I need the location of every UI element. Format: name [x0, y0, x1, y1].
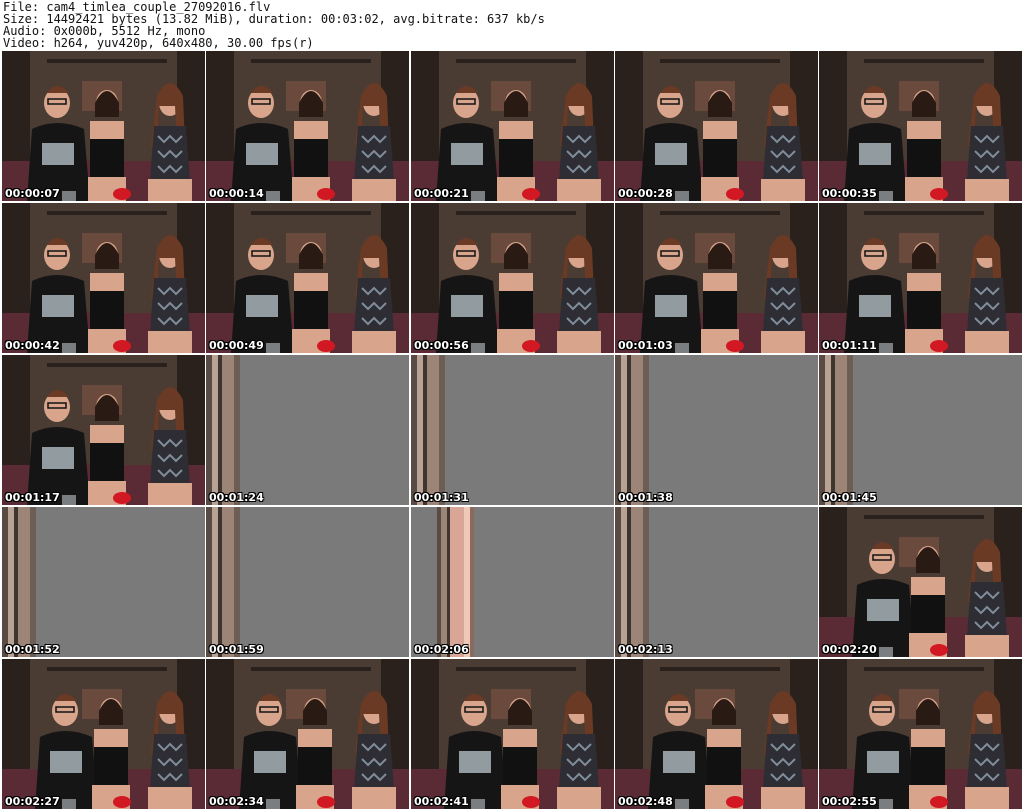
video-thumbnail: 00:02:48	[615, 659, 818, 809]
frame-image	[2, 355, 205, 505]
timestamp-label: 00:00:42	[5, 339, 60, 352]
frame-image	[2, 507, 205, 657]
video-thumbnail: 00:00:28	[615, 51, 818, 201]
frame-image	[2, 659, 205, 809]
timestamp-label: 00:00:07	[5, 187, 60, 200]
video-line: Video: h264, yuv420p, 640x480, 30.00 fps…	[3, 36, 314, 50]
video-thumbnail: 00:00:35	[819, 51, 1022, 201]
frame-image	[615, 51, 818, 201]
video-thumbnail: 00:01:03	[615, 203, 818, 353]
timestamp-label: 00:00:56	[414, 339, 469, 352]
frame-image	[615, 507, 818, 657]
video-thumbnail: 00:00:07	[2, 51, 205, 201]
timestamp-label: 00:00:28	[618, 187, 673, 200]
timestamp-label: 00:01:52	[5, 643, 60, 656]
frame-image	[819, 51, 1022, 201]
timestamp-label: 00:02:55	[822, 795, 877, 808]
frame-image	[206, 507, 409, 657]
frame-image	[615, 659, 818, 809]
video-thumbnail: 00:01:31	[411, 355, 614, 505]
frame-image	[411, 203, 614, 353]
frame-image	[819, 507, 1022, 657]
video-thumbnail: 00:02:13	[615, 507, 818, 657]
video-thumbnail: 00:01:38	[615, 355, 818, 505]
video-thumbnail: 00:00:14	[206, 51, 409, 201]
timestamp-label: 00:00:49	[209, 339, 264, 352]
frame-image	[411, 355, 614, 505]
timestamp-label: 00:02:06	[414, 643, 469, 656]
timestamp-label: 00:02:13	[618, 643, 673, 656]
video-thumbnail: 00:01:45	[819, 355, 1022, 505]
video-thumbnail: 00:01:59	[206, 507, 409, 657]
frame-image	[206, 355, 409, 505]
video-thumbnail: 00:02:41	[411, 659, 614, 809]
timestamp-label: 00:01:17	[5, 491, 60, 504]
frame-image	[2, 51, 205, 201]
timestamp-label: 00:01:45	[822, 491, 877, 504]
video-thumbnail: 00:00:56	[411, 203, 614, 353]
frame-image	[411, 507, 614, 657]
video-thumbnail: 00:02:20	[819, 507, 1022, 657]
frame-image	[615, 203, 818, 353]
frame-image	[411, 51, 614, 201]
timestamp-label: 00:01:38	[618, 491, 673, 504]
video-thumbnail: 00:00:42	[2, 203, 205, 353]
frame-image	[411, 659, 614, 809]
file-info-header: File: cam4_timlea_couple_27092016.flv Si…	[0, 0, 1024, 50]
video-thumbnail: 00:02:06	[411, 507, 614, 657]
video-thumbnail: 00:02:34	[206, 659, 409, 809]
timestamp-label: 00:00:35	[822, 187, 877, 200]
frame-image	[206, 659, 409, 809]
video-thumbnail: 00:02:27	[2, 659, 205, 809]
timestamp-label: 00:01:24	[209, 491, 264, 504]
timestamp-label: 00:02:41	[414, 795, 469, 808]
frame-image	[206, 203, 409, 353]
video-thumbnail: 00:02:55	[819, 659, 1022, 809]
timestamp-label: 00:02:20	[822, 643, 877, 656]
timestamp-label: 00:01:11	[822, 339, 877, 352]
timestamp-label: 00:01:31	[414, 491, 469, 504]
timestamp-label: 00:01:59	[209, 643, 264, 656]
frame-image	[615, 355, 818, 505]
video-thumbnail: 00:01:24	[206, 355, 409, 505]
frame-image	[2, 203, 205, 353]
video-thumbnail: 00:01:52	[2, 507, 205, 657]
video-thumbnail: 00:00:49	[206, 203, 409, 353]
timestamp-label: 00:02:48	[618, 795, 673, 808]
thumbnail-grid: 00:00:07 00:00:14 00:00:21 00:00:28 00:00:35…	[0, 51, 1024, 811]
video-thumbnail: 00:01:17	[2, 355, 205, 505]
video-thumbnail: 00:00:21	[411, 51, 614, 201]
timestamp-label: 00:00:14	[209, 187, 264, 200]
frame-image	[819, 355, 1022, 505]
frame-image	[819, 659, 1022, 809]
timestamp-label: 00:01:03	[618, 339, 673, 352]
timestamp-label: 00:02:34	[209, 795, 264, 808]
video-thumbnail: 00:01:11	[819, 203, 1022, 353]
frame-image	[819, 203, 1022, 353]
timestamp-label: 00:00:21	[414, 187, 469, 200]
frame-image	[206, 51, 409, 201]
timestamp-label: 00:02:27	[5, 795, 60, 808]
